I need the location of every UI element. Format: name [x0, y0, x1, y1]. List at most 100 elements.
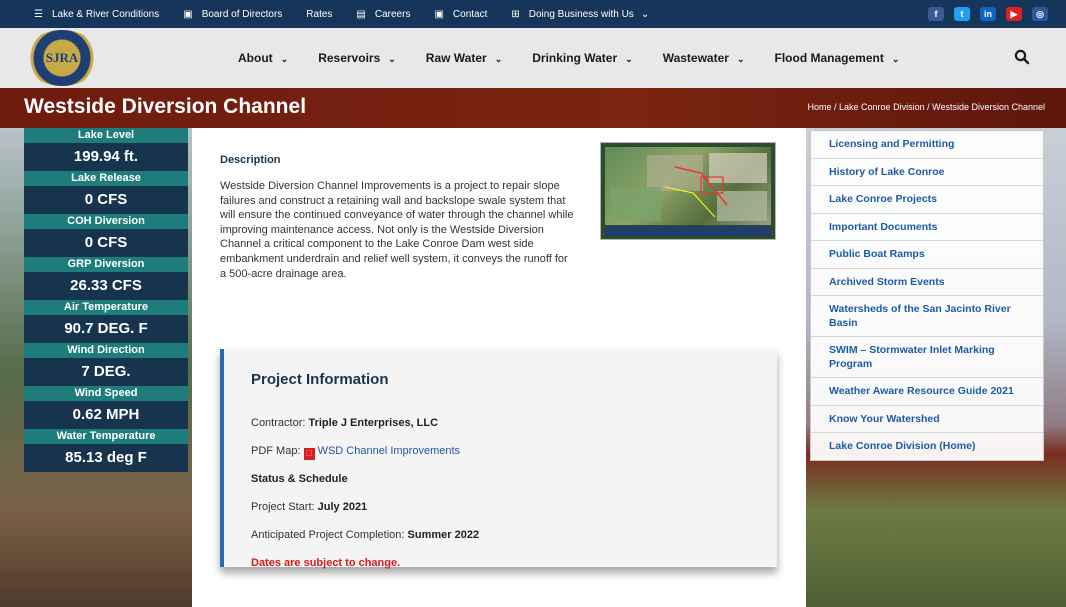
contractor-label: Contractor: — [251, 417, 309, 429]
chevron-down-icon: ⌄ — [736, 54, 745, 64]
wind-direction-label: Wind Direction — [24, 343, 188, 358]
sidebar-item-important-documents[interactable]: Important Documents — [811, 214, 1043, 241]
breadcrumb-home[interactable]: Home — [807, 102, 831, 112]
topbar-link-contact[interactable]: ▣ Contact — [434, 9, 487, 20]
sidebar-item-swim-program[interactable]: SWIM – Stormwater Inlet Marking Program — [811, 337, 1043, 378]
breadcrumb: Home / Lake Conroe Division / Westside D… — [807, 102, 1045, 112]
topbar-link-lake-river-conditions[interactable]: ☰ Lake & River Conditions — [34, 9, 159, 20]
twitter-icon[interactable]: t — [954, 7, 970, 21]
topbar-link-label: Board of Directors — [201, 8, 283, 20]
sidebar-item-archived-storm-events[interactable]: Archived Storm Events — [811, 269, 1043, 296]
sjra-logo[interactable]: SJRA — [24, 30, 100, 86]
map-image — [605, 147, 771, 225]
pdf-file-icon: ⬚ — [303, 448, 315, 460]
sidebar-item-lake-conroe-projects[interactable]: Lake Conroe Projects — [811, 186, 1043, 214]
nav-item-about[interactable]: About ⌄ — [238, 51, 288, 65]
linkedin-icon[interactable]: in — [980, 7, 996, 21]
topbar-link-careers[interactable]: ▤ Careers — [356, 9, 410, 20]
topbar-link-label: Careers — [374, 8, 411, 20]
air-temperature-value: 90.7 DEG. F — [24, 315, 188, 343]
sidebar-item-public-boat-ramps[interactable]: Public Boat Ramps — [811, 241, 1043, 269]
sidebar-item-licensing-and-permitting[interactable]: Licensing and Permitting — [811, 131, 1043, 159]
water-temperature-value: 85.13 deg F — [24, 444, 188, 472]
grp-diversion-label: GRP Diversion — [24, 257, 188, 272]
sidebar-menu: Licensing and Permitting History of Lake… — [810, 130, 1044, 461]
topbar-link-doing-business[interactable]: ⊞ Doing Business with Us ⌄ — [511, 9, 649, 20]
grp-diversion-value: 26.33 CFS — [24, 272, 188, 300]
chevron-down-icon: ⌄ — [625, 54, 633, 64]
sidebar-item-know-your-watershed[interactable]: Know Your Watershed — [811, 406, 1043, 433]
breadcrumb-lake-conroe-division[interactable]: Lake Conroe Division — [839, 102, 925, 112]
main-nav: About ⌄ Reservoirs ⌄ Raw Water ⌄ Drinking W… — [238, 28, 929, 88]
air-temperature-label: Air Temperature — [24, 300, 188, 315]
coh-diversion-value: 0 CFS — [24, 229, 188, 257]
contact-card-icon: ▣ — [434, 8, 444, 20]
main-content: Description Westside Diversion Channel I… — [192, 128, 806, 607]
map-caption-strip — [605, 226, 771, 236]
lake-release-value: 0 CFS — [24, 186, 188, 214]
lake-release-label: Lake Release — [24, 171, 188, 186]
project-information-heading: Project Information — [251, 371, 389, 388]
building-icon: ▤ — [356, 8, 366, 20]
project-completion-label: Anticipated Project Completion: — [251, 529, 408, 541]
pdf-map-line: PDF Map: ⬚ WSD Channel Improvements — [251, 445, 460, 460]
topbar-link-board-of-directors[interactable]: ▣ Board of Directors — [183, 9, 282, 20]
facebook-icon[interactable]: f — [928, 7, 944, 21]
sidebar-item-history-of-lake-conroe[interactable]: History of Lake Conroe — [811, 159, 1043, 186]
contractor-line: Contractor: Triple J Enterprises, LLC — [251, 417, 438, 429]
contractor-value: Triple J Enterprises, LLC — [308, 417, 439, 429]
id-card-icon: ▣ — [183, 8, 193, 20]
network-icon: ⊞ — [511, 8, 520, 20]
status-schedule-line: Status & Schedule — [251, 473, 348, 485]
page-title-band: Westside Diversion Channel Home / Lake C… — [0, 88, 1066, 128]
chevron-down-icon: ⌄ — [494, 54, 503, 64]
nav-item-label: About — [238, 51, 273, 65]
top-utility-bar: ☰ Lake & River Conditions ▣ Board of Dir… — [0, 0, 1066, 28]
sidebar-item-lake-conroe-division-home[interactable]: Lake Conroe Division (Home) — [811, 433, 1043, 460]
logo-text: SJRA — [45, 50, 79, 65]
nav-item-reservoirs[interactable]: Reservoirs ⌄ — [318, 51, 396, 65]
lake-level-label: Lake Level — [24, 128, 188, 143]
wind-direction-value: 7 DEG. — [24, 358, 188, 386]
lake-conditions-panel: Lake Level 199.94 ft. Lake Release 0 CFS… — [24, 128, 188, 472]
sidebar-item-watersheds[interactable]: Watersheds of the San Jacinto River Basi… — [811, 296, 1043, 337]
nav-item-label: Reservoirs — [318, 51, 381, 65]
topbar-link-rates[interactable]: Rates — [306, 9, 332, 20]
nav-item-raw-water[interactable]: Raw Water ⌄ — [426, 51, 502, 65]
description-heading: Description — [220, 154, 281, 166]
pdf-map-label: PDF Map: — [251, 445, 304, 457]
instagram-icon[interactable]: ◎ — [1032, 7, 1048, 21]
youtube-icon[interactable]: ▶ — [1006, 7, 1022, 21]
nav-item-drinking-water[interactable]: Drinking Water ⌄ — [532, 51, 632, 65]
water-temperature-label: Water Temperature — [24, 429, 188, 444]
site-header: SJRA About ⌄ Reservoirs ⌄ Raw Water ⌄ Drink… — [0, 28, 1066, 88]
description-text: Westside Diversion Channel Improvements … — [220, 180, 574, 280]
menu-icon: ☰ — [34, 8, 43, 20]
sidebar-item-weather-aware-guide[interactable]: Weather Aware Resource Guide 2021 — [811, 378, 1043, 406]
lake-level-value: 199.94 ft. — [24, 143, 188, 171]
topbar-link-label: Lake & River Conditions — [51, 8, 160, 20]
nav-item-label: Flood Management — [774, 51, 884, 65]
nav-item-flood-management[interactable]: Flood Management ⌄ — [775, 51, 900, 65]
chevron-down-icon: ⌄ — [280, 54, 289, 64]
wind-speed-label: Wind Speed — [24, 386, 188, 401]
project-completion-line: Anticipated Project Completion: Summer 2… — [251, 529, 479, 541]
search-icon[interactable] — [1013, 48, 1031, 66]
status-schedule-heading: Status & Schedule — [251, 473, 348, 485]
breadcrumb-current: Westside Diversion Channel — [932, 102, 1045, 112]
map-overlay-graphic — [611, 153, 767, 221]
topbar-link-label: Rates — [306, 8, 333, 20]
chevron-down-icon: ⌄ — [891, 54, 900, 64]
social-links: f t in ▶ ◎ — [928, 7, 1048, 21]
project-map-thumbnail[interactable] — [600, 142, 776, 240]
chevron-down-icon: ⌄ — [388, 54, 396, 64]
coh-diversion-label: COH Diversion — [24, 214, 188, 229]
project-start-value: July 2021 — [317, 501, 368, 513]
project-start-line: Project Start: July 2021 — [251, 501, 367, 513]
nav-item-wastewater[interactable]: Wastewater ⌄ — [663, 51, 745, 65]
schedule-disclaimer: Dates are subject to change. — [251, 557, 401, 569]
page-title: Westside Diversion Channel — [24, 95, 307, 118]
pdf-map-link[interactable]: WSD Channel Improvements — [318, 445, 460, 457]
nav-item-label: Drinking Water — [532, 51, 618, 65]
nav-item-label: Raw Water — [425, 51, 487, 65]
